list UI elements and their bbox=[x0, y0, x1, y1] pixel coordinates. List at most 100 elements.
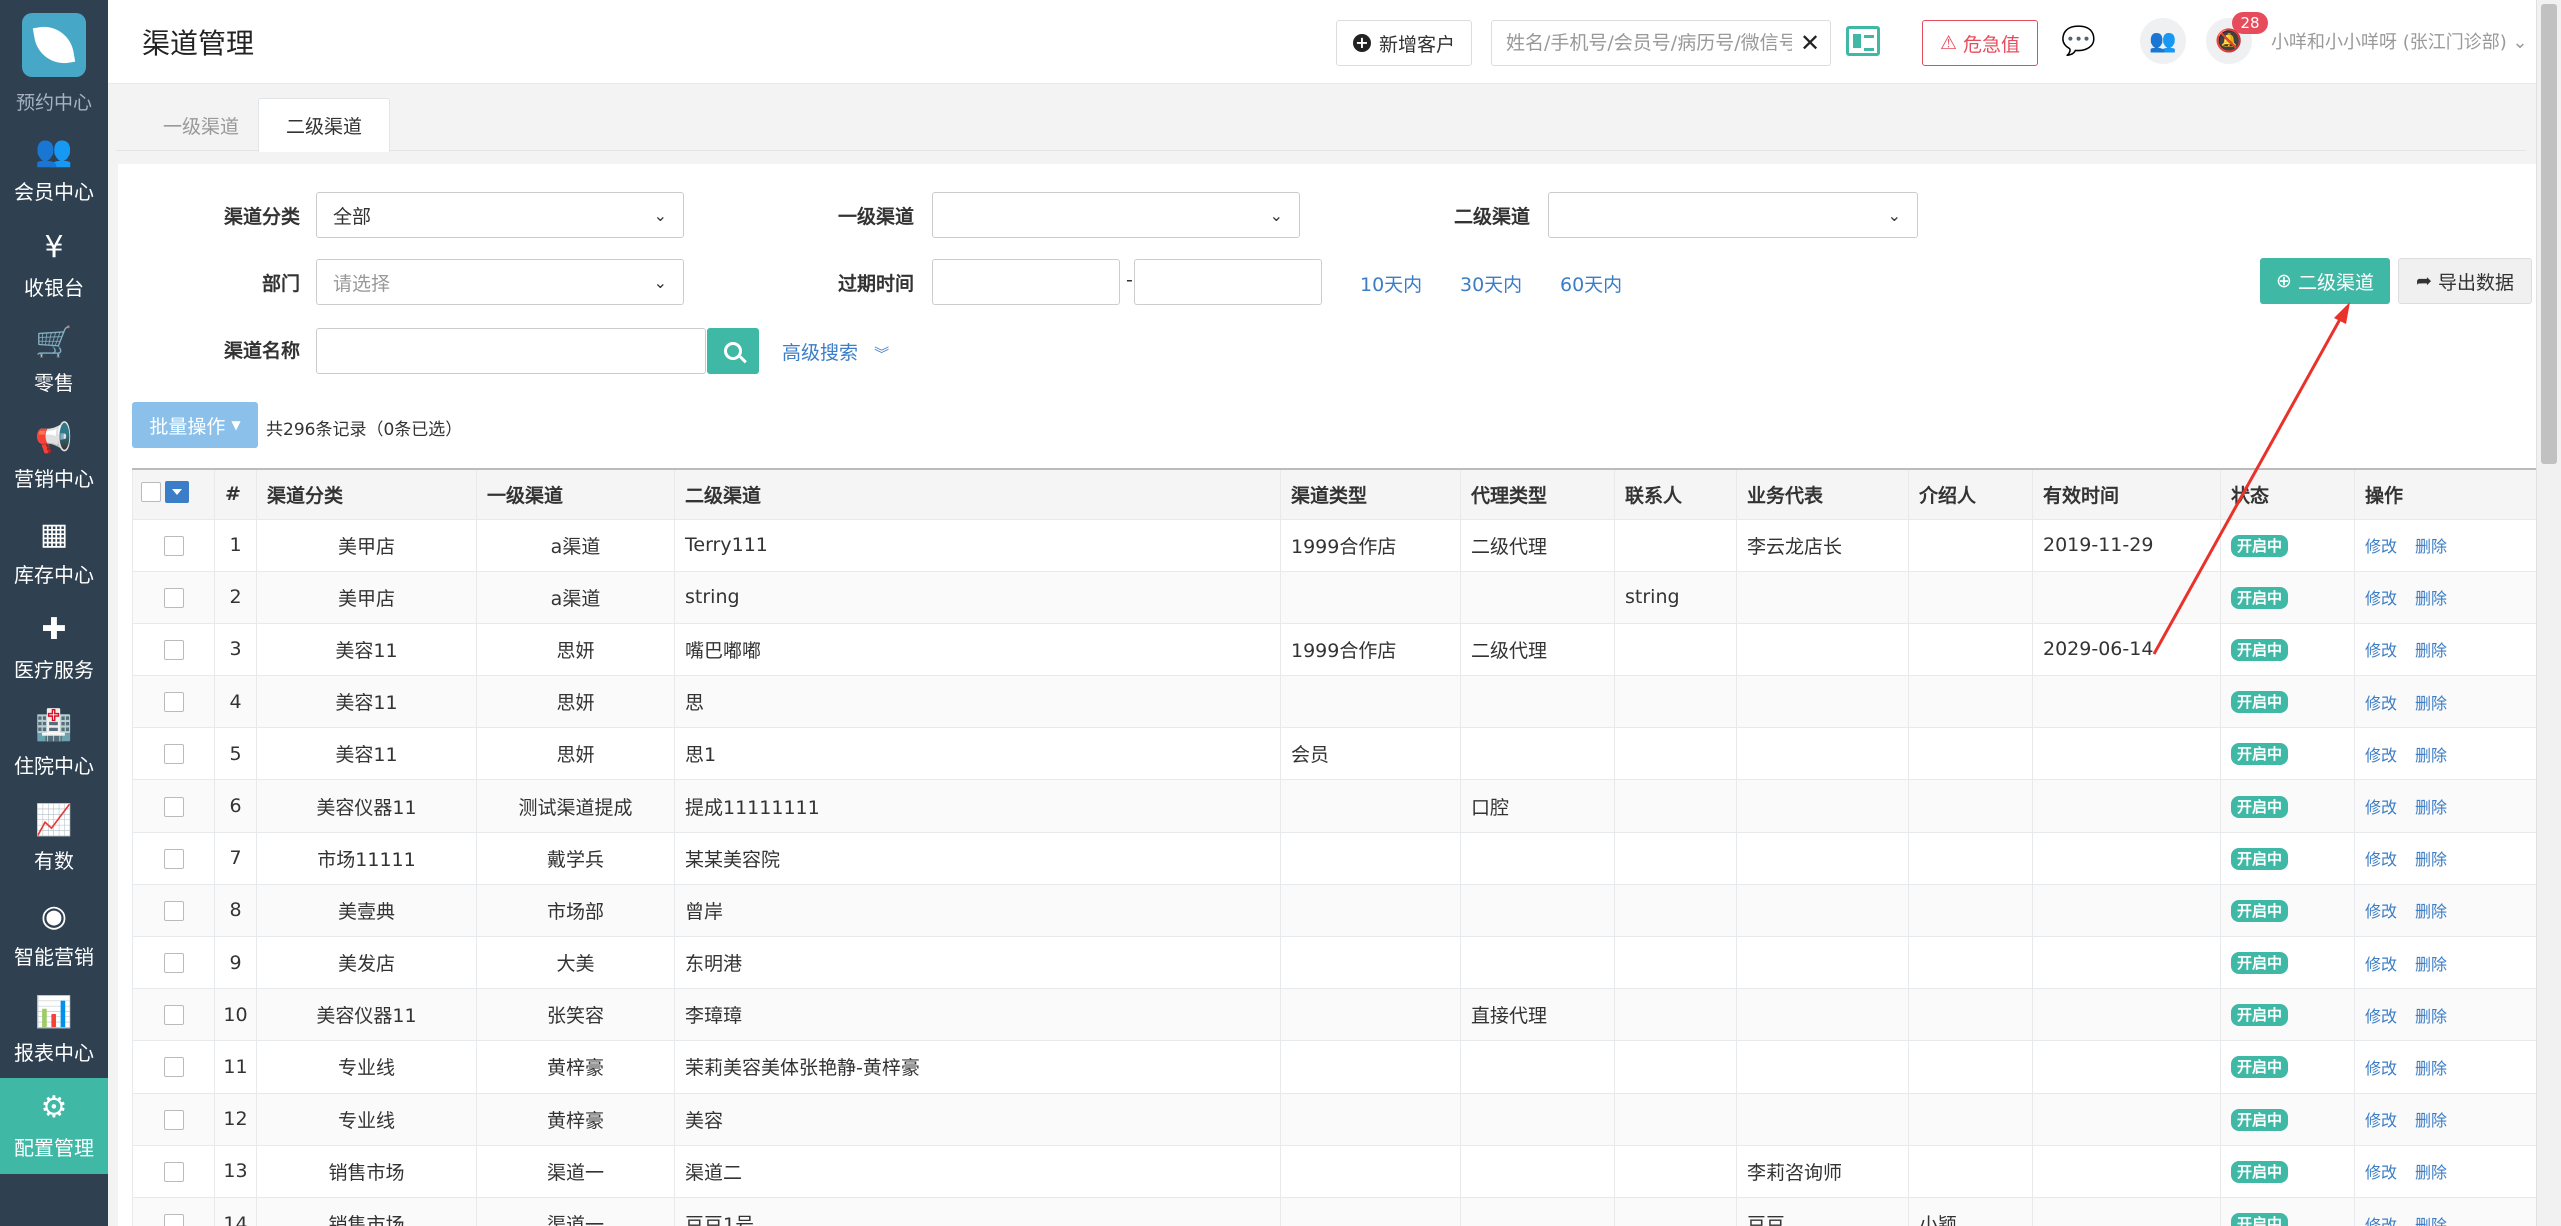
wechat-icon[interactable]: 💬 bbox=[2061, 24, 2096, 57]
row-checkbox[interactable] bbox=[163, 1005, 184, 1026]
user-menu[interactable]: 小咩和小小咩呀 (张江门诊部) ⌄ bbox=[2271, 28, 2528, 54]
edit-link[interactable]: 修改 bbox=[2365, 902, 2397, 921]
share-icon: ➦ bbox=[2416, 270, 2432, 292]
column-header[interactable] bbox=[132, 468, 215, 520]
scrollbar-thumb[interactable] bbox=[2541, 4, 2557, 464]
row-checkbox[interactable] bbox=[163, 848, 184, 869]
table-cell bbox=[1460, 727, 1615, 781]
sidebar-item-2[interactable]: 🛒 零售 bbox=[0, 313, 108, 409]
search-button[interactable] bbox=[707, 328, 759, 374]
delete-link[interactable]: 删除 bbox=[2415, 746, 2447, 765]
row-checkbox[interactable] bbox=[163, 796, 184, 817]
sidebar-item-10[interactable]: ⚙ 配置管理 bbox=[0, 1077, 108, 1174]
quick-10-days[interactable]: 10天内 bbox=[1360, 270, 1422, 297]
table-cell: 李璋璋 bbox=[674, 988, 1281, 1042]
add-level2-channel-button[interactable]: ⊕ 二级渠道 bbox=[2260, 258, 2390, 304]
edit-link[interactable]: 修改 bbox=[2365, 955, 2397, 974]
advanced-search-link[interactable]: 高级搜索 ︾ bbox=[782, 338, 889, 365]
export-button[interactable]: ➦ 导出数据 bbox=[2398, 258, 2532, 304]
sidebar-item-7[interactable]: 📈 有数 bbox=[0, 791, 108, 887]
clear-icon[interactable]: ✕ bbox=[1792, 29, 1828, 57]
group-users-icon[interactable]: 👥 bbox=[2140, 18, 2186, 64]
row-checkbox[interactable] bbox=[163, 744, 184, 765]
edit-link[interactable]: 修改 bbox=[2365, 589, 2397, 608]
level1-select[interactable]: ⌄ bbox=[932, 192, 1300, 238]
edit-link[interactable]: 修改 bbox=[2365, 850, 2397, 869]
delete-link[interactable]: 删除 bbox=[2415, 955, 2447, 974]
quick-30-days[interactable]: 30天内 bbox=[1460, 270, 1522, 297]
row-checkbox[interactable] bbox=[163, 639, 184, 660]
batch-action-button[interactable]: 批量操作 ▼ bbox=[132, 402, 258, 448]
column-header: 代理类型 bbox=[1460, 468, 1615, 520]
department-select[interactable]: 请选择 ⌄ bbox=[316, 259, 684, 305]
delete-link[interactable]: 删除 bbox=[2415, 694, 2447, 713]
expire-end-input[interactable] bbox=[1134, 259, 1322, 305]
edit-link[interactable]: 修改 bbox=[2365, 798, 2397, 817]
row-checkbox[interactable] bbox=[163, 900, 184, 921]
sidebar-item-6[interactable]: 🏥 住院中心 bbox=[0, 696, 108, 792]
sidebar-item-partial[interactable]: 预约中心 bbox=[0, 90, 108, 122]
edit-link[interactable]: 修改 bbox=[2365, 641, 2397, 660]
column-header-label: 渠道分类 bbox=[267, 484, 344, 507]
delete-link[interactable]: 删除 bbox=[2415, 902, 2447, 921]
tab-level1-channel[interactable]: 一级渠道 bbox=[136, 98, 266, 152]
delete-link[interactable]: 删除 bbox=[2415, 798, 2447, 817]
edit-link[interactable]: 修改 bbox=[2365, 1163, 2397, 1182]
edit-link[interactable]: 修改 bbox=[2365, 1216, 2397, 1226]
edit-link[interactable]: 修改 bbox=[2365, 537, 2397, 556]
delete-link[interactable]: 删除 bbox=[2415, 1111, 2447, 1130]
id-card-icon[interactable] bbox=[1846, 26, 1880, 56]
delete-link[interactable]: 删除 bbox=[2415, 1059, 2447, 1078]
channel-name-input[interactable] bbox=[316, 328, 706, 374]
sidebar-item-8[interactable]: ◉ 智能营销 bbox=[0, 887, 108, 983]
row-checkbox[interactable] bbox=[163, 1057, 184, 1078]
table-row: 11 专业线 黄梓豪 茉莉美容美体张艳静-黄梓豪 开启中 修改 删除 bbox=[132, 1040, 2551, 1094]
new-customer-button[interactable]: + 新增客户 bbox=[1336, 20, 1472, 66]
global-search-input[interactable] bbox=[1492, 23, 1792, 63]
edit-link[interactable]: 修改 bbox=[2365, 1111, 2397, 1130]
sidebar-item-3[interactable]: 📢 营销中心 bbox=[0, 409, 108, 505]
sidebar-item-4[interactable]: ▦ 库存中心 bbox=[0, 504, 108, 600]
category-select[interactable]: 全部 ⌄ bbox=[316, 192, 684, 238]
delete-link[interactable]: 删除 bbox=[2415, 641, 2447, 660]
sidebar-item-1[interactable]: ¥ 收银台 bbox=[0, 218, 108, 314]
row-checkbox[interactable] bbox=[163, 692, 184, 713]
page-title: 渠道管理 bbox=[142, 27, 255, 60]
edit-link[interactable]: 修改 bbox=[2365, 694, 2397, 713]
delete-link[interactable]: 删除 bbox=[2415, 589, 2447, 608]
checkbox-icon bbox=[141, 482, 161, 503]
sidebar-item-0[interactable]: 👥 会员中心 bbox=[0, 122, 108, 218]
record-summary: 共296条记录（0条已选） bbox=[266, 420, 463, 440]
sidebar-item-9[interactable]: 📊 报表中心 bbox=[0, 982, 108, 1078]
critical-value-button[interactable]: ⚠ 危急值 bbox=[1922, 20, 2038, 66]
table-cell: 美壹典 bbox=[256, 883, 477, 938]
row-checkbox[interactable] bbox=[163, 953, 184, 974]
row-checkbox[interactable] bbox=[163, 587, 184, 608]
page-scrollbar[interactable] bbox=[2536, 0, 2561, 1226]
row-checkbox[interactable] bbox=[163, 1109, 184, 1130]
table-cell bbox=[1280, 1092, 1461, 1146]
delete-link[interactable]: 删除 bbox=[2415, 1216, 2447, 1226]
table-cell bbox=[1614, 1092, 1737, 1146]
tab-level2-channel[interactable]: 二级渠道 bbox=[258, 98, 390, 152]
level2-select[interactable]: ⌄ bbox=[1548, 192, 1918, 238]
edit-link[interactable]: 修改 bbox=[2365, 1007, 2397, 1026]
column-header-label: 状态 bbox=[2231, 484, 2270, 507]
row-checkbox[interactable] bbox=[163, 535, 184, 556]
delete-link[interactable]: 删除 bbox=[2415, 1163, 2447, 1182]
edit-link[interactable]: 修改 bbox=[2365, 746, 2397, 765]
row-checkbox[interactable] bbox=[163, 1161, 184, 1182]
column-header-label: 操作 bbox=[2365, 484, 2404, 507]
quick-60-days[interactable]: 60天内 bbox=[1560, 270, 1622, 297]
delete-link[interactable]: 删除 bbox=[2415, 1007, 2447, 1026]
delete-link[interactable]: 删除 bbox=[2415, 537, 2447, 556]
expire-start-input[interactable] bbox=[932, 259, 1120, 305]
sidebar-item-5[interactable]: ✚ 医疗服务 bbox=[0, 600, 108, 696]
edit-link[interactable]: 修改 bbox=[2365, 1059, 2397, 1078]
row-checkbox[interactable] bbox=[163, 1214, 184, 1226]
select-all-checkbox[interactable] bbox=[141, 481, 189, 504]
delete-link[interactable]: 删除 bbox=[2415, 850, 2447, 869]
dropdown-icon[interactable] bbox=[165, 481, 189, 504]
app-logo[interactable] bbox=[0, 0, 108, 90]
table-cell: 2029-06-14 bbox=[2032, 622, 2221, 677]
